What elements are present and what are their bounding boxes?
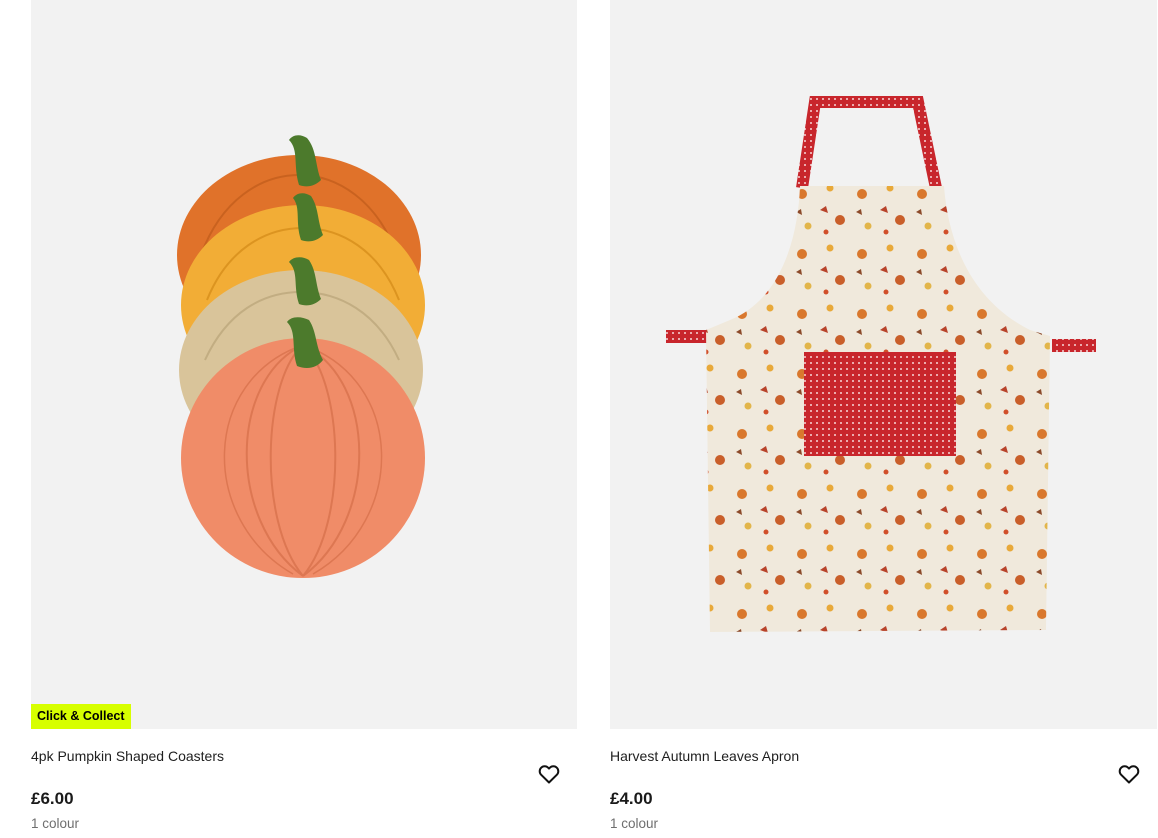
product-price: £6.00 bbox=[31, 789, 74, 808]
colour-count: 1 colour bbox=[31, 816, 80, 831]
product-title[interactable]: Harvest Autumn Leaves Apron bbox=[610, 748, 799, 764]
colour-count: 1 colour bbox=[610, 816, 659, 831]
product-title[interactable]: 4pk Pumpkin Shaped Coasters bbox=[31, 748, 224, 764]
pumpkin-coasters-image bbox=[177, 135, 425, 578]
click-collect-badge: Click & Collect bbox=[31, 704, 131, 729]
autumn-apron-image bbox=[666, 96, 1096, 632]
product-card[interactable]: Click & Collect 4pk Pumpkin Shaped Coast… bbox=[31, 0, 577, 831]
product-image[interactable] bbox=[610, 0, 1157, 729]
product-price: £4.00 bbox=[610, 789, 653, 808]
heart-outline-icon[interactable] bbox=[537, 762, 561, 786]
product-card[interactable]: Harvest Autumn Leaves Apron £4.00 1 colo… bbox=[610, 0, 1157, 831]
product-image[interactable]: Click & Collect bbox=[31, 0, 577, 729]
heart-outline-icon[interactable] bbox=[1117, 762, 1141, 786]
